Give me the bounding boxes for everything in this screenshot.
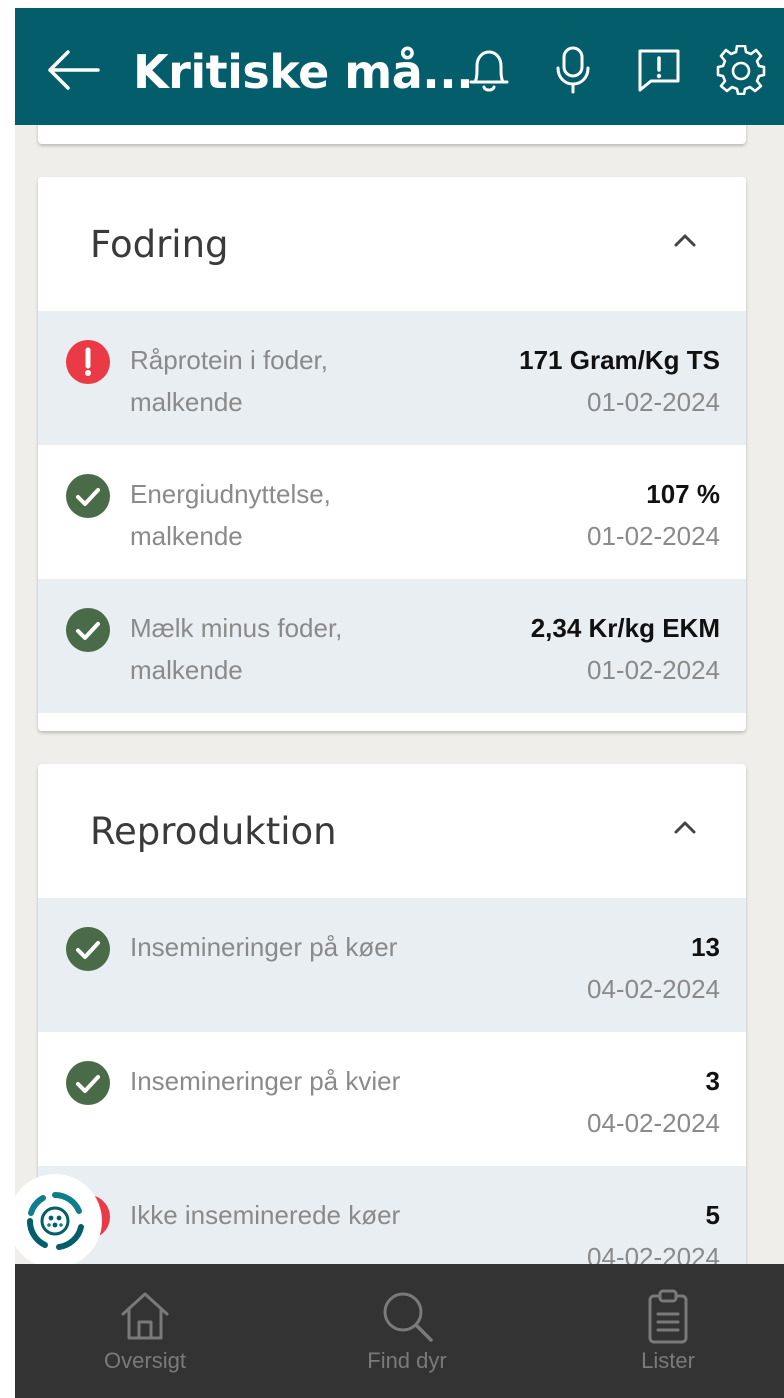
section-card-fodring: Fodring Råprotein i foder, malkende 171 …: [38, 177, 746, 731]
bottom-navigation: Oversigt Find dyr Lister: [15, 1264, 784, 1398]
list-item[interactable]: Mælk minus foder, malkende 2,34 Kr/kg EK…: [38, 579, 746, 713]
check-status-icon: [66, 1061, 110, 1105]
metric-value: 3: [705, 1066, 720, 1096]
nav-label: Find dyr: [367, 1348, 447, 1373]
section-title: Reproduktion: [90, 810, 337, 853]
bell-icon: [469, 50, 509, 92]
card-footer-spacer: [38, 713, 746, 731]
voice-button[interactable]: [545, 42, 601, 98]
report-icon: [638, 49, 680, 92]
metric-value: 107 %: [646, 479, 720, 509]
chevron-up-icon[interactable]: [670, 812, 700, 842]
metric-date: 04-02-2024: [587, 1108, 720, 1138]
list-item[interactable]: Energiudnyttelse, malkende 107 % 01-02-2…: [38, 445, 746, 579]
list-item[interactable]: Råprotein i foder, malkende 171 Gram/Kg …: [38, 311, 746, 445]
settings-button[interactable]: [713, 42, 769, 98]
back-arrow-icon: [48, 50, 100, 90]
nav-item-lister[interactable]: Lister: [578, 1264, 758, 1398]
chevron-up-icon[interactable]: [670, 225, 700, 255]
search-icon: [383, 1292, 433, 1342]
check-status-icon: [66, 608, 110, 652]
check-status-icon: [66, 474, 110, 518]
metric-label: Mælk minus foder, malkende: [130, 613, 343, 685]
metric-value: 171 Gram/Kg TS: [519, 345, 720, 375]
nav-item-oversigt[interactable]: Oversigt: [55, 1264, 235, 1398]
metric-date: 04-02-2024: [587, 974, 720, 1004]
section-card-reproduktion: Reproduktion Insemineringer på køer 13 0…: [38, 764, 746, 1300]
report-issue-button[interactable]: [631, 42, 687, 98]
nav-label: Oversigt: [104, 1348, 186, 1373]
notifications-button[interactable]: [461, 42, 517, 98]
warning-status-icon: [66, 340, 110, 384]
check-status-icon: [66, 927, 110, 971]
screen: Kritiske må... Fodring Råprotein i foder…: [0, 0, 784, 1398]
clipboard-icon: [648, 1289, 688, 1344]
app-header: Kritiske må...: [15, 8, 784, 125]
metric-label: Ikke inseminerede køer: [130, 1200, 401, 1230]
metric-value: 2,34 Kr/kg EKM: [530, 613, 720, 643]
metric-label: Energiudnyttelse, malkende: [130, 479, 331, 551]
metric-date: 01-02-2024: [587, 655, 720, 685]
metric-label: Insemineringer på køer: [130, 932, 398, 962]
list-item[interactable]: Insemineringer på køer 13 04-02-2024: [38, 898, 746, 1032]
list-item[interactable]: Insemineringer på kvier 3 04-02-2024: [38, 1032, 746, 1166]
home-icon: [121, 1292, 169, 1340]
metric-label: Råprotein i foder, malkende: [130, 345, 329, 417]
section-header[interactable]: Fodring: [38, 177, 746, 311]
section-header[interactable]: Reproduktion: [38, 764, 746, 898]
cycle-icon: [26, 1192, 84, 1250]
gear-icon: [716, 45, 766, 95]
nav-label: Lister: [641, 1348, 695, 1373]
metric-value: 13: [691, 932, 720, 962]
section-title: Fodring: [90, 223, 229, 266]
cycle-action-button[interactable]: [8, 1174, 102, 1268]
metric-value: 5: [705, 1200, 720, 1230]
microphone-icon: [556, 46, 590, 94]
nav-item-find-dyr[interactable]: Find dyr: [317, 1264, 497, 1398]
metric-date: 01-02-2024: [587, 387, 720, 417]
metric-label: Insemineringer på kvier: [130, 1066, 401, 1096]
metric-date: 01-02-2024: [587, 521, 720, 551]
page-title: Kritiske må...: [133, 45, 474, 99]
back-button[interactable]: [43, 40, 103, 100]
